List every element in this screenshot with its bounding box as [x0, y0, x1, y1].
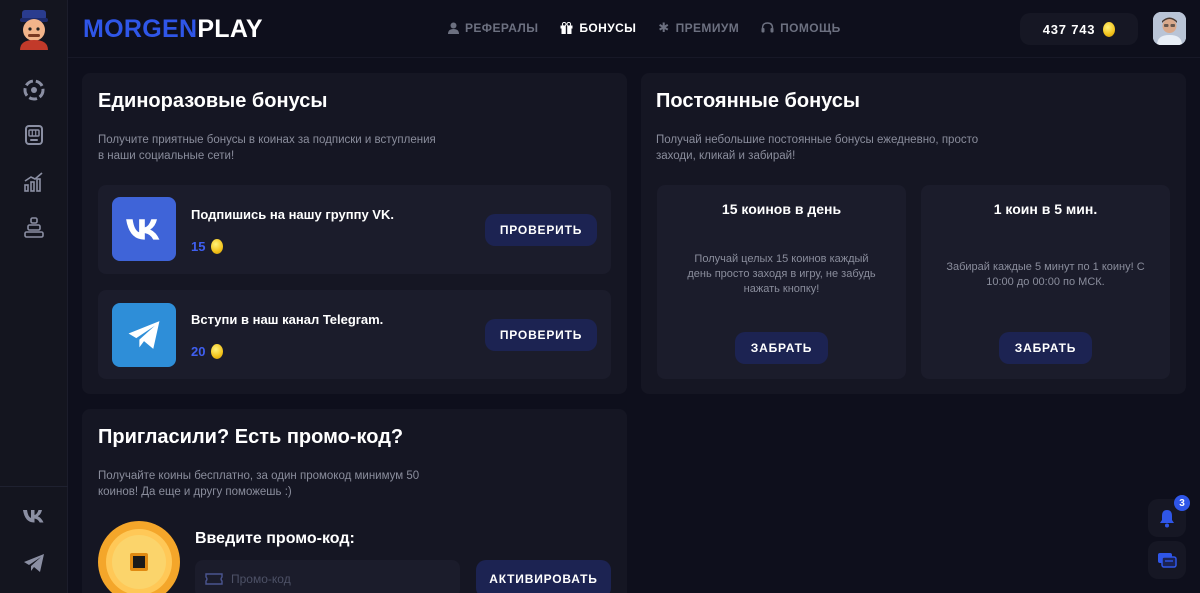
roulette-icon[interactable]: [20, 76, 48, 104]
telegram-reward-value: 20: [191, 344, 206, 359]
main-nav: РЕФЕРАЛЫ БОНУСЫ ✱ ПРЕМИУМ ПОМОЩЬ: [448, 20, 841, 36]
nav-bonuses-label: БОНУСЫ: [579, 21, 637, 35]
promo-code-field[interactable]: Промо-код: [195, 560, 460, 593]
user-avatar[interactable]: [1153, 12, 1186, 45]
onetime-description: Получите приятные бонусы в коинах за под…: [98, 132, 436, 164]
telegram-reward: 20: [191, 344, 224, 359]
promo-code-panel: Пригласили? Есть промо-код? Получайте ко…: [82, 409, 627, 593]
daily-desc-line-1: Получай целых 15 коинов каждый: [694, 253, 869, 265]
telegram-icon: [112, 303, 176, 367]
activate-button[interactable]: АКТИВИРОВАТЬ: [476, 560, 611, 593]
vk-reward: 15: [191, 239, 224, 254]
headset-icon: [761, 22, 774, 33]
nav-premium-label: ПРЕМИУМ: [675, 21, 740, 35]
onetime-title: Единоразовые бонусы: [98, 90, 328, 112]
telegram-bonus-card: Вступи в наш канал Telegram. 20 ПРОВЕРИТ…: [98, 290, 611, 379]
notifications-button[interactable]: 3: [1148, 495, 1190, 537]
sidebar-divider: [0, 486, 68, 487]
bell-icon: [1160, 509, 1174, 527]
coin-icon: [211, 239, 224, 254]
vk-icon[interactable]: [20, 502, 48, 530]
nav-referrals[interactable]: РЕФЕРАЛЫ: [448, 20, 538, 36]
gift-icon: [560, 22, 573, 34]
chat-icon: [1158, 553, 1177, 568]
nav-bonuses[interactable]: БОНУСЫ: [560, 20, 636, 36]
vk-bonus-card: Подпишись на нашу группу VK. 15 ПРОВЕРИТ…: [98, 185, 611, 274]
brand-logo[interactable]: MORGENPLAY: [83, 15, 263, 44]
daily-claim-button[interactable]: ЗАБРАТЬ: [735, 332, 828, 364]
sidebar: [0, 0, 68, 593]
nav-referrals-label: РЕФЕРАЛЫ: [465, 21, 539, 35]
brand-part-1: MORGEN: [83, 15, 198, 43]
promo-desc-line-2: коинов! Да еще и другу поможешь :): [98, 486, 292, 498]
daily-desc-line-3: нажать кнопку!: [743, 283, 820, 295]
interval-bonus-description: Забирай каждые 5 минут по 1 коину! С 10:…: [921, 260, 1170, 290]
slot-machine-icon[interactable]: [20, 121, 48, 149]
top-header: MORGENPLAY РЕФЕРАЛЫ БОНУСЫ ✱ ПРЕМИУМ ПОМ…: [68, 0, 1200, 58]
chart-icon[interactable]: [20, 168, 48, 196]
nav-help-label: ПОМОЩЬ: [780, 21, 841, 35]
promo-desc-line-1: Получайте коины бесплатно, за один промо…: [98, 470, 420, 482]
promo-description: Получайте коины бесплатно, за один промо…: [98, 468, 419, 500]
onetime-desc-line-1: Получите приятные бонусы в коинах за под…: [98, 134, 436, 146]
telegram-check-button[interactable]: ПРОВЕРИТЬ: [485, 319, 597, 351]
permanent-title: Постоянные бонусы: [656, 90, 861, 112]
onetime-desc-line-2: в наши социальные сети!: [98, 150, 235, 162]
vk-bonus-title: Подпишись на нашу группу VK.: [191, 207, 394, 222]
onetime-bonuses-panel: Единоразовые бонусы Получите приятные бо…: [82, 73, 627, 394]
permanent-description: Получай небольшие постоянные бонусы ежед…: [656, 132, 978, 164]
notification-count-badge: 3: [1174, 495, 1190, 511]
vk-check-button[interactable]: ПРОВЕРИТЬ: [485, 214, 597, 246]
promo-input-label: Введите промо-код:: [195, 530, 355, 547]
user-icon: [448, 22, 459, 34]
daily-bonus-description: Получай целых 15 коинов каждый день прос…: [657, 252, 906, 297]
coin-icon: [1103, 21, 1116, 37]
vk-icon: [112, 197, 176, 261]
daily-bonus-card: 15 коинов в день Получай целых 15 коинов…: [657, 185, 906, 379]
permanent-desc-line-1: Получай небольшие постоянные бонусы ежед…: [656, 134, 979, 146]
permanent-bonuses-panel: Постоянные бонусы Получай небольшие пост…: [641, 73, 1186, 394]
tower-icon[interactable]: [20, 214, 48, 242]
nav-help[interactable]: ПОМОЩЬ: [761, 20, 841, 36]
interval-bonus-card: 1 коин в 5 мин. Забирай каждые 5 минут п…: [921, 185, 1170, 379]
coin-icon: [211, 344, 224, 359]
telegram-bonus-title: Вступи в наш канал Telegram.: [191, 312, 384, 327]
permanent-desc-line-2: заходи, кликай и забирай!: [656, 150, 796, 162]
nav-premium[interactable]: ✱ ПРЕМИУМ: [658, 20, 739, 36]
brand-part-2: PLAY: [197, 15, 263, 43]
star-icon: ✱: [658, 20, 670, 35]
ticket-icon: [205, 573, 223, 585]
daily-bonus-title: 15 коинов в день: [721, 201, 842, 217]
balance-display[interactable]: 437 743: [1020, 13, 1138, 45]
big-coin-icon: [97, 520, 181, 593]
telegram-icon[interactable]: [20, 549, 48, 577]
interval-desc-line-1: Забирай каждые 5 минут по 1 коину! С: [946, 261, 1145, 273]
vk-reward-value: 15: [191, 239, 206, 254]
interval-bonus-title: 1 коин в 5 мин.: [993, 201, 1098, 217]
chat-button[interactable]: [1148, 541, 1186, 579]
interval-desc-line-2: 10:00 до 00:00 по МСК.: [986, 276, 1105, 288]
interval-claim-button[interactable]: ЗАБРАТЬ: [999, 332, 1092, 364]
daily-desc-line-2: день просто заходя в игру, не забудь: [687, 268, 876, 280]
balance-value: 437 743: [1042, 21, 1096, 37]
mascot-logo[interactable]: [14, 8, 54, 50]
promo-title: Пригласили? Есть промо-код?: [98, 426, 404, 448]
promo-code-placeholder: Промо-код: [231, 572, 291, 586]
